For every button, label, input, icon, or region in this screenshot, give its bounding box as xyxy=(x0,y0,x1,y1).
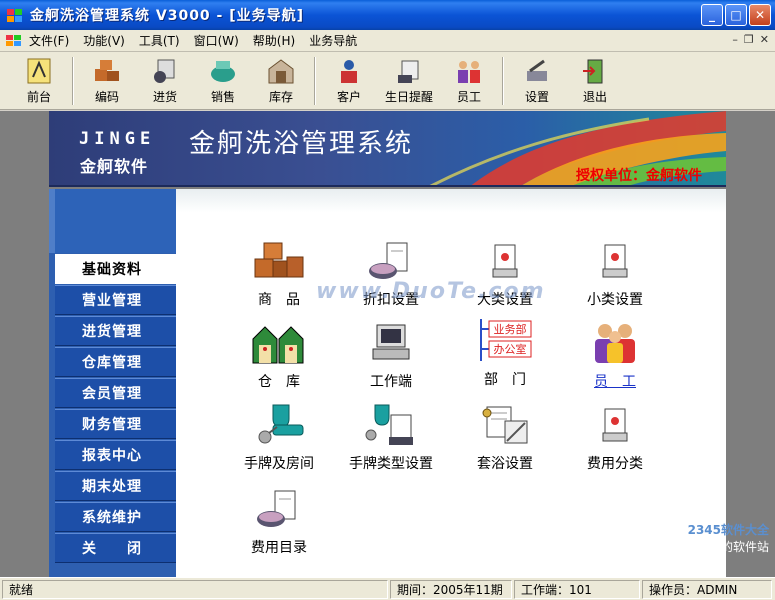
module-grid: 商 品 折扣设置 大类设置 小类设置 仓 库 工作端 业务部 办公室 部 门 员… xyxy=(176,189,726,577)
goods-boxes-icon xyxy=(254,242,304,278)
mdi-minimize-icon[interactable]: – xyxy=(732,33,738,46)
toolbar-front-desk[interactable]: 前台 xyxy=(10,53,68,109)
customer-icon xyxy=(341,60,357,83)
corner-logo-title: 2345软件大全 xyxy=(687,523,769,537)
status-state: 就绪 xyxy=(2,579,388,599)
key-tag-icon xyxy=(258,404,304,444)
birthday-icon xyxy=(398,60,419,83)
module-employees[interactable]: 员 工 xyxy=(560,321,670,399)
toolbar-code[interactable]: 编码 xyxy=(78,53,136,109)
nav-column: 基础资料 营业管理 进货管理 仓库管理 会员管理 财务管理 报表中心 期末处理 … xyxy=(49,189,176,577)
maximize-button[interactable]: □ xyxy=(725,4,747,26)
nav-finance[interactable]: 财务管理 xyxy=(55,409,176,439)
category-minor-icon xyxy=(602,244,628,278)
inventory-icon xyxy=(268,59,294,84)
sales-icon xyxy=(211,61,235,82)
banner-title: 金舸洗浴管理系统 xyxy=(189,129,414,159)
menu-window[interactable]: 窗口(W) xyxy=(187,32,246,49)
menu-bar: 文件(F) 功能(V) 工具(T) 窗口(W) 帮助(H) 业务导航 – ❐ ✕ xyxy=(0,30,775,52)
banner: JINGE 金舸软件 金舸洗浴管理系统 授权单位：金舸软件 xyxy=(49,111,726,187)
close-button[interactable]: ✕ xyxy=(749,4,771,26)
menu-tools[interactable]: 工具(T) xyxy=(132,32,187,49)
nav-member[interactable]: 会员管理 xyxy=(55,378,176,408)
toolbar-purchase[interactable]: 进货 xyxy=(136,53,194,109)
status-operator: 操作员：ADMIN xyxy=(642,579,772,599)
corner-site-logo: 2345软件大全 国内最安全的软件站 xyxy=(661,521,769,555)
boxes-icon xyxy=(95,60,119,81)
title-bar: 金舸洗浴管理系统 V3000 - [业务导航] _ □ ✕ xyxy=(0,0,775,30)
module-key-tag-type[interactable]: 手牌类型设置 xyxy=(336,403,446,481)
nav-basic-data[interactable]: 基础资料 xyxy=(55,254,176,284)
front-desk-icon xyxy=(27,58,51,84)
nav-business[interactable]: 营业管理 xyxy=(55,285,176,315)
department-icon: 业务部 办公室 xyxy=(480,319,532,361)
warehouse-icon xyxy=(252,326,304,364)
navigation-panel: 基础资料 营业管理 进货管理 仓库管理 会员管理 财务管理 报表中心 期末处理 … xyxy=(49,189,726,577)
mdi-close-icon[interactable]: ✕ xyxy=(760,33,769,46)
menu-help[interactable]: 帮助(H) xyxy=(246,32,302,49)
module-discount[interactable]: 折扣设置 xyxy=(336,239,446,317)
app-logo-icon xyxy=(7,9,22,22)
module-expense-catalog[interactable]: 费用目录 xyxy=(224,487,334,565)
module-minor-category[interactable]: 小类设置 xyxy=(560,239,670,317)
toolbar-separator xyxy=(72,57,74,105)
module-major-category[interactable]: 大类设置 xyxy=(450,239,560,317)
corner-logo-subtitle: 国内最安全的软件站 xyxy=(660,540,769,554)
expense-catalog-icon xyxy=(257,490,296,527)
settings-icon xyxy=(527,59,547,81)
exit-icon xyxy=(583,59,603,84)
status-bar: 就绪 期间：2005年11期 工作端：101 操作员：ADMIN xyxy=(0,577,775,600)
minimize-button[interactable]: _ xyxy=(701,4,723,26)
window-title: 金舸洗浴管理系统 V3000 - [业务导航] xyxy=(30,8,305,24)
status-terminal: 工作端：101 xyxy=(514,579,640,599)
department-sub-2: 办公室 xyxy=(494,342,527,356)
nav-close[interactable]: 关 闭 xyxy=(55,533,176,563)
expense-category-icon xyxy=(602,408,628,442)
nav-maintenance[interactable]: 系统维护 xyxy=(55,502,176,532)
status-period: 期间：2005年11期 xyxy=(390,579,512,599)
toolbar-exit[interactable]: 退出 xyxy=(566,53,624,109)
nav-warehouse[interactable]: 仓库管理 xyxy=(55,347,176,377)
nav-purchase[interactable]: 进货管理 xyxy=(55,316,176,346)
brand-chinese: 金舸软件 xyxy=(80,157,149,176)
watermark-text: www.DuoTe.com xyxy=(316,279,546,304)
menu-app-icon[interactable] xyxy=(6,34,22,48)
toolbar-sales[interactable]: 销售 xyxy=(194,53,252,109)
module-key-tag-room[interactable]: 手牌及房间 xyxy=(224,403,334,481)
purchase-icon xyxy=(154,59,175,83)
nav-reports[interactable]: 报表中心 xyxy=(55,440,176,470)
module-expense-category[interactable]: 费用分类 xyxy=(560,403,670,481)
bath-package-icon xyxy=(482,406,528,444)
toolbar-birthday[interactable]: 生日提醒 xyxy=(378,53,440,109)
authorized-unit: 授权单位：金舸软件 xyxy=(576,168,702,184)
toolbar-separator xyxy=(314,57,316,105)
nav-period-end[interactable]: 期末处理 xyxy=(55,471,176,501)
module-workstation[interactable]: 工作端 xyxy=(336,321,446,399)
toolbar-inventory[interactable]: 库存 xyxy=(252,53,310,109)
toolbar: 前台 编码 进货 销售 库存 客户 生日提醒 员工 设置 退出 xyxy=(0,52,775,110)
mdi-restore-icon[interactable]: ❐ xyxy=(744,33,754,46)
toolbar-staff[interactable]: 员工 xyxy=(440,53,498,109)
staff-icon xyxy=(458,61,480,83)
toolbar-separator xyxy=(502,57,504,105)
module-bath-package[interactable]: 套浴设置 xyxy=(450,403,560,481)
department-sub-1: 业务部 xyxy=(494,322,527,336)
toolbar-settings[interactable]: 设置 xyxy=(508,53,566,109)
toolbar-customer[interactable]: 客户 xyxy=(320,53,378,109)
module-department[interactable]: 业务部 办公室 部 门 xyxy=(450,315,560,393)
workstation-icon xyxy=(372,324,410,360)
mdi-client: JINGE 金舸软件 金舸洗浴管理系统 授权单位：金舸软件 基础资料 营业管理 … xyxy=(0,111,775,577)
brand-english: JINGE xyxy=(79,129,156,149)
key-type-icon xyxy=(365,404,413,445)
menu-function[interactable]: 功能(V) xyxy=(76,32,132,49)
employees-icon xyxy=(595,324,635,363)
nav-header xyxy=(49,189,176,253)
module-warehouse[interactable]: 仓 库 xyxy=(224,321,334,399)
menu-business-nav[interactable]: 业务导航 xyxy=(302,32,364,49)
menu-file[interactable]: 文件(F) xyxy=(22,32,76,49)
module-goods[interactable]: 商 品 xyxy=(224,239,334,317)
